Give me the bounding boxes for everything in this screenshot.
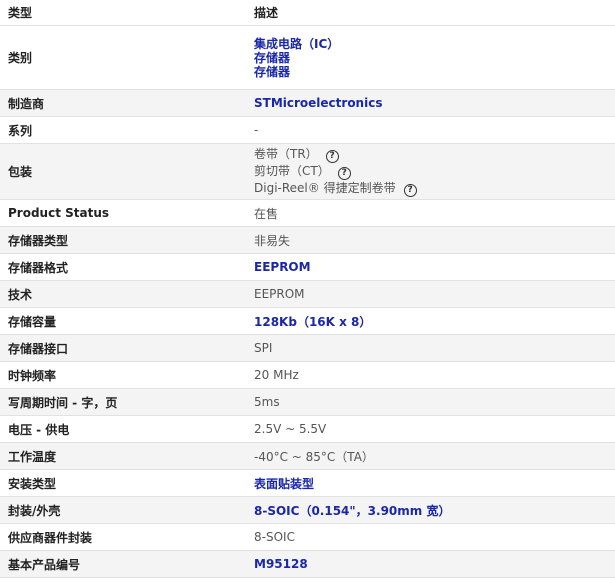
table-row-memory-interface: 存储器接口 SPI: [0, 334, 615, 362]
table-row-write-cycle-time: 写周期时间 - 字，页 5ms: [0, 388, 615, 416]
table-row-clock-frequency: 时钟频率 20 MHz: [0, 361, 615, 389]
table-row-memory-format: 存储器格式 EEPROM: [0, 253, 615, 281]
memory-interface-label: 存储器接口: [0, 334, 246, 362]
table-row-memory-size: 存储容量 128Kb（16K x 8）: [0, 307, 615, 335]
table-row-series: 系列 -: [0, 116, 615, 144]
manufacturer-label: 制造商: [0, 89, 246, 117]
category-link-memory-2[interactable]: 存储器: [254, 65, 290, 79]
voltage-supply-value: 2.5V ~ 5.5V: [246, 415, 615, 443]
product-status-label: Product Status: [0, 199, 246, 227]
table-header-row: 类型 描述: [0, 0, 615, 26]
memory-type-value: 非易失: [246, 226, 615, 254]
category-link-memory[interactable]: 存储器: [254, 51, 290, 65]
description-column-header: 描述: [246, 0, 615, 26]
memory-size-label: 存储容量: [0, 307, 246, 335]
table-row-category: 类别 集成电路（IC） 存储器 存储器: [0, 25, 615, 90]
help-icon[interactable]: ?: [325, 150, 339, 163]
package-case-label: 封装/外壳: [0, 496, 246, 524]
supplier-device-package-value: 8-SOIC: [246, 523, 615, 551]
table-row-mounting-type: 安装类型 表面贴装型: [0, 469, 615, 497]
help-icon[interactable]: ?: [337, 167, 351, 180]
help-icon[interactable]: ?: [403, 184, 417, 197]
base-product-number-label: 基本产品编号: [0, 550, 246, 578]
category-link-ic[interactable]: 集成电路（IC）: [254, 37, 339, 51]
type-column-header: 类型: [0, 0, 246, 26]
table-row-technology: 技术 EEPROM: [0, 280, 615, 308]
packaging-option-tr: 卷带（TR）: [254, 147, 318, 161]
write-cycle-time-value: 5ms: [246, 388, 615, 416]
write-cycle-time-label: 写周期时间 - 字，页: [0, 388, 246, 416]
technology-value: EEPROM: [246, 280, 615, 308]
base-product-number-link[interactable]: M95128: [254, 557, 308, 571]
memory-format-link[interactable]: EEPROM: [254, 260, 311, 274]
table-row-voltage-supply: 电压 - 供电 2.5V ~ 5.5V: [0, 415, 615, 443]
table-row-product-status: Product Status 在售: [0, 199, 615, 227]
packaging-label: 包装: [0, 143, 246, 200]
table-row-supplier-device-package: 供应商器件封装 8-SOIC: [0, 523, 615, 551]
series-label: 系列: [0, 116, 246, 144]
supplier-device-package-label: 供应商器件封装: [0, 523, 246, 551]
packaging-option-digireel: Digi-Reel® 得捷定制卷带: [254, 181, 396, 195]
category-label: 类别: [0, 25, 246, 90]
table-row-packaging: 包装 卷带（TR）? 剪切带（CT）? Digi-Reel® 得捷定制卷带?: [0, 143, 615, 200]
memory-format-label: 存储器格式: [0, 253, 246, 281]
table-row-memory-type: 存储器类型 非易失: [0, 226, 615, 254]
clock-frequency-value: 20 MHz: [246, 361, 615, 389]
table-row-base-product-number: 基本产品编号 M95128: [0, 550, 615, 578]
packaging-option-ct: 剪切带（CT）: [254, 164, 330, 178]
clock-frequency-label: 时钟频率: [0, 361, 246, 389]
mounting-type-link[interactable]: 表面贴装型: [254, 477, 314, 491]
table-row-manufacturer: 制造商 STMicroelectronics: [0, 89, 615, 117]
table-row-operating-temperature: 工作温度 -40°C ~ 85°C（TA）: [0, 442, 615, 470]
memory-type-label: 存储器类型: [0, 226, 246, 254]
voltage-supply-label: 电压 - 供电: [0, 415, 246, 443]
memory-interface-value: SPI: [246, 334, 615, 362]
package-case-link[interactable]: 8-SOIC（0.154"，3.90mm 宽）: [254, 504, 450, 518]
memory-size-link[interactable]: 128Kb（16K x 8）: [254, 315, 371, 329]
mounting-type-label: 安装类型: [0, 469, 246, 497]
operating-temperature-label: 工作温度: [0, 442, 246, 470]
product-status-value: 在售: [246, 199, 615, 227]
series-value: -: [246, 116, 615, 144]
operating-temperature-value: -40°C ~ 85°C（TA）: [246, 442, 615, 470]
manufacturer-link[interactable]: STMicroelectronics: [254, 96, 382, 110]
product-attributes-table: 类型 描述 类别 集成电路（IC） 存储器 存储器 制造商 STMicroele…: [0, 0, 615, 578]
table-row-package-case: 封装/外壳 8-SOIC（0.154"，3.90mm 宽）: [0, 496, 615, 524]
technology-label: 技术: [0, 280, 246, 308]
